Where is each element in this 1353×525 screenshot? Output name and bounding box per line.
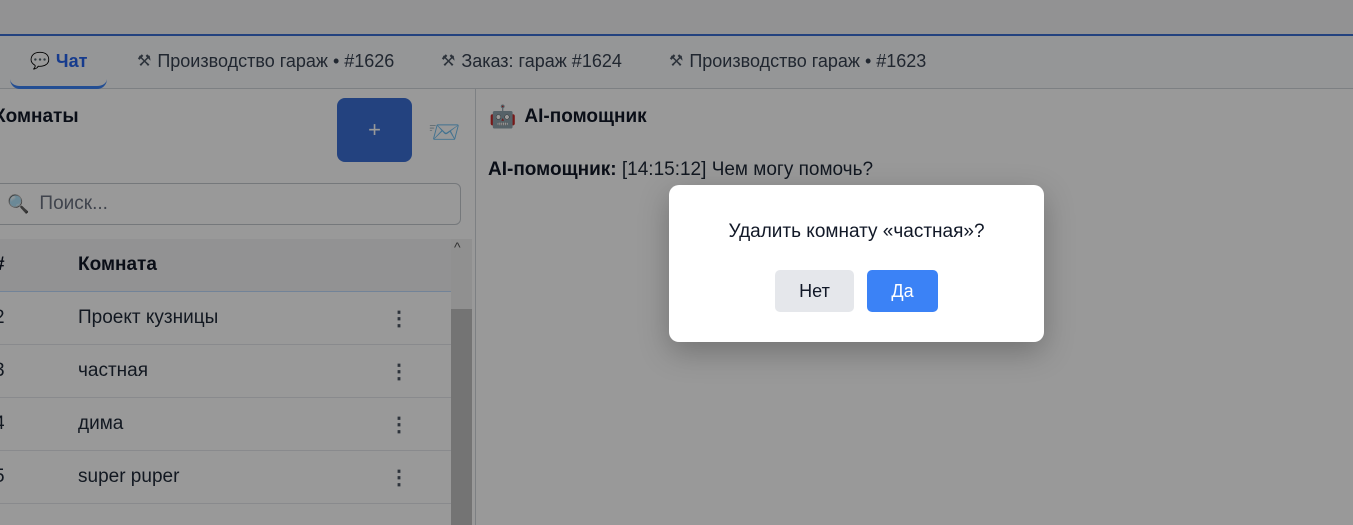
no-button[interactable]: Нет [775, 270, 854, 312]
yes-button[interactable]: Да [867, 270, 938, 312]
confirm-delete-dialog: Удалить комнату «частная»? Нет Да [669, 185, 1044, 342]
dialog-message: Удалить комнату «частная»? [728, 221, 985, 242]
